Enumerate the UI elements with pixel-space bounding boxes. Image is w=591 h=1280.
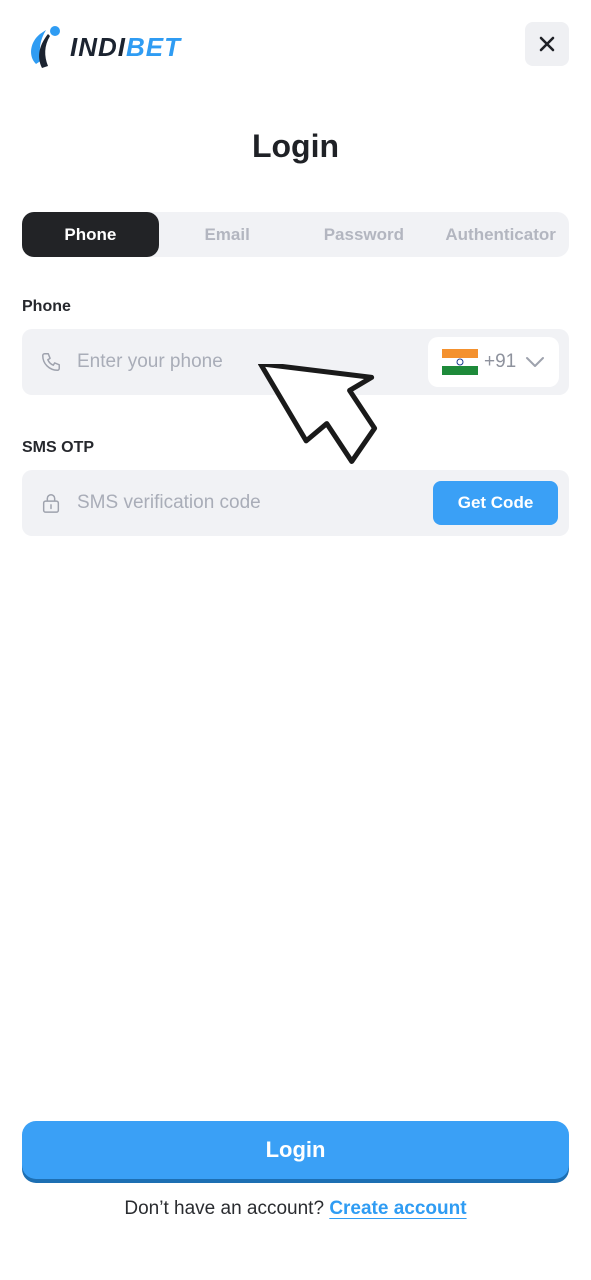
sms-otp-label: SMS OTP <box>22 439 95 456</box>
logo-wordmark: INDIBET <box>70 34 181 60</box>
login-page: INDIBET Login Phone Email Password Authe… <box>0 0 591 1280</box>
page-title: Login <box>251 128 340 164</box>
phone-input[interactable] <box>77 343 407 381</box>
logo-text-bet: BET <box>126 32 181 62</box>
brand-logo: INDIBET <box>26 24 181 70</box>
sms-otp-field: Get Code <box>22 470 569 536</box>
sms-code-input[interactable] <box>77 484 407 522</box>
tab-authenticator[interactable]: Authenticator <box>432 212 569 257</box>
lock-icon <box>42 494 60 513</box>
create-account-link[interactable]: Create account <box>329 1198 466 1219</box>
logo-mark-icon <box>31 26 60 68</box>
close-button[interactable] <box>525 22 569 66</box>
dial-code: +91 <box>484 351 517 372</box>
phone-label: Phone <box>22 298 71 315</box>
logo-text-indi: INDI <box>70 32 126 62</box>
login-button[interactable]: Login <box>22 1121 569 1179</box>
login-method-tabs: Phone Email Password Authenticator <box>22 212 569 257</box>
tab-password[interactable]: Password <box>296 212 433 257</box>
tab-email[interactable]: Email <box>159 212 296 257</box>
phone-field: +91 <box>22 329 569 395</box>
tab-phone[interactable]: Phone <box>22 212 159 257</box>
signup-prompt: Don’t have an account? Create account <box>0 1198 591 1220</box>
close-icon <box>539 36 555 52</box>
signup-prompt-text: Don’t have an account? <box>124 1198 325 1219</box>
india-flag-icon <box>442 349 478 376</box>
phone-icon <box>42 353 60 371</box>
get-code-button[interactable]: Get Code <box>433 481 558 525</box>
chevron-down-icon <box>526 357 544 367</box>
country-code-select[interactable]: +91 <box>428 337 559 387</box>
